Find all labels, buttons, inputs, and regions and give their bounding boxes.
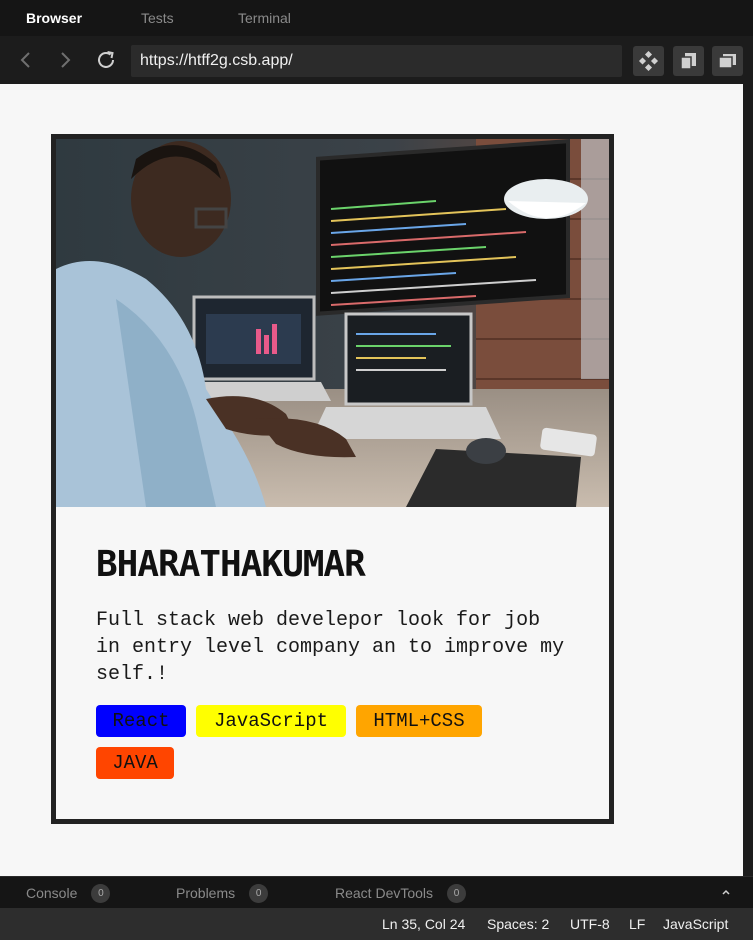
top-tab-bar: Browser Tests Terminal xyxy=(0,0,753,36)
skill-tag-html-css: HTML+CSS xyxy=(356,705,482,737)
cursor-position[interactable]: Ln 35, Col 24 xyxy=(382,908,465,940)
preview-window-button[interactable] xyxy=(712,46,743,76)
devtools-tab-problems[interactable]: Problems 0 xyxy=(176,877,269,909)
indentation-setting[interactable]: Spaces: 2 xyxy=(487,908,549,940)
devtools-bar: Console 0 Problems 0 React DevTools 0 xyxy=(0,876,753,908)
skill-tag-java: JAVA xyxy=(96,747,174,779)
copy-window-icon xyxy=(680,53,696,70)
tab-terminal[interactable]: Terminal xyxy=(238,0,291,36)
tab-browser[interactable]: Browser xyxy=(26,0,82,36)
status-bar: Ln 35, Col 24 Spaces: 2 UTF-8 LF JavaScr… xyxy=(0,908,753,940)
skill-tag-react: React xyxy=(96,705,186,737)
file-encoding[interactable]: UTF-8 xyxy=(570,908,610,940)
skill-tag-javascript: JavaScript xyxy=(196,705,346,737)
profile-card: BHARATHAKUMAR Full stack web develepor l… xyxy=(51,134,614,824)
profile-name: BHARATHAKUMAR xyxy=(96,544,366,585)
tab-tests[interactable]: Tests xyxy=(141,0,174,36)
react-devtools-count-badge: 0 xyxy=(447,883,467,903)
devtools-tab-label: Console xyxy=(26,885,78,901)
profile-photo xyxy=(56,139,609,507)
devtools-tab-label: Problems xyxy=(176,885,236,901)
diamond-grid-icon xyxy=(638,51,659,71)
devtools-tab-react-devtools[interactable]: React DevTools 0 xyxy=(335,877,467,909)
codesandbox-button[interactable] xyxy=(633,46,664,76)
reload-icon xyxy=(98,51,114,68)
forward-button[interactable] xyxy=(53,48,77,72)
line-ending[interactable]: LF xyxy=(629,908,645,940)
reload-button[interactable] xyxy=(94,48,118,72)
stacked-windows-icon xyxy=(718,54,736,69)
devtools-tab-label: React DevTools xyxy=(335,885,434,901)
back-button[interactable] xyxy=(14,48,38,72)
chevron-up-icon xyxy=(722,889,730,895)
devtools-tab-console[interactable]: Console 0 xyxy=(26,877,111,909)
viewport-scrollbar[interactable] xyxy=(743,84,753,876)
chevron-left-icon xyxy=(20,52,30,68)
chevron-right-icon xyxy=(61,52,71,68)
problems-count-badge: 0 xyxy=(249,883,269,903)
navigation-bar: https://htff2g.csb.app/ xyxy=(0,36,753,84)
browser-viewport[interactable]: BHARATHAKUMAR Full stack web develepor l… xyxy=(0,84,743,876)
open-new-window-button[interactable] xyxy=(673,46,704,76)
language-mode[interactable]: JavaScript xyxy=(663,908,728,940)
url-input[interactable]: https://htff2g.csb.app/ xyxy=(131,45,622,77)
devtools-toggle-button[interactable] xyxy=(721,877,731,909)
console-count-badge: 0 xyxy=(91,883,111,903)
profile-bio: Full stack web develepor look for job in… xyxy=(96,609,565,686)
